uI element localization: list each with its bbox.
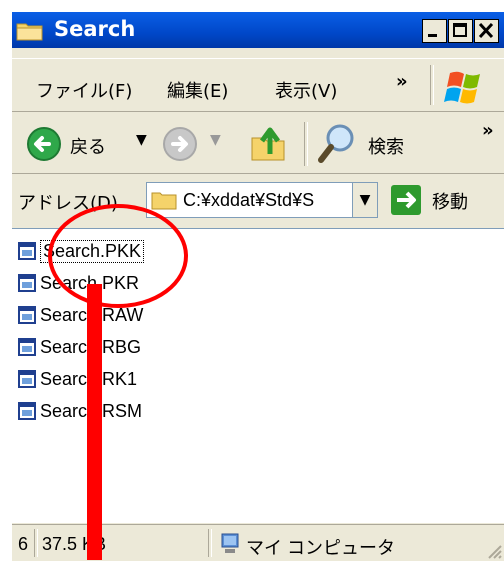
explorer-window: Search ファイル(F) 編集(E) 表示(V) » 戻る ▼ ▼ 検索 »…: [12, 12, 504, 561]
windows-logo-icon: [444, 71, 480, 104]
minimize-icon: [428, 34, 437, 37]
file-icon: [18, 402, 36, 420]
address-label: アドレス(D): [18, 193, 118, 214]
menu-separator: [430, 65, 434, 105]
address-value: C:¥xddat¥Std¥S: [183, 190, 315, 210]
address-input[interactable]: C:¥xddat¥Std¥S ▼: [146, 182, 378, 218]
maximize-icon: [453, 23, 467, 37]
list-item[interactable]: Search.RAW: [18, 301, 143, 329]
toolbar: 戻る ▼ ▼ 検索 »: [12, 114, 504, 174]
folder-up-icon[interactable]: [248, 124, 288, 164]
file-name: Search.PKR: [40, 272, 140, 293]
forward-arrow-icon: [163, 127, 197, 161]
file-list[interactable]: Search.PKK Search.PKR Search.RAW Search.…: [12, 228, 504, 523]
menu-bar: ファイル(F) 編集(E) 表示(V) »: [12, 58, 504, 112]
computer-icon: [221, 533, 239, 553]
file-name: Search.RK1: [40, 368, 138, 389]
status-bar: 6 37.5 KB マイ コンピュータ: [12, 524, 504, 561]
close-button[interactable]: [474, 19, 499, 43]
toolbar-separator: [304, 122, 308, 166]
file-name: Search.RAW: [40, 304, 144, 325]
back-button[interactable]: 戻る ▼: [26, 124, 156, 164]
status-separator: [34, 529, 38, 557]
status-size: 37.5 KB: [42, 534, 107, 554]
file-name: Search.RBG: [40, 336, 142, 357]
file-icon: [18, 274, 36, 292]
file-icon: [18, 242, 36, 260]
menu-view[interactable]: 表示(V): [275, 77, 337, 103]
go-label: 移動: [432, 192, 468, 213]
list-item[interactable]: Search.RK1: [18, 365, 137, 393]
list-item[interactable]: Search.PKR: [18, 269, 139, 297]
address-folder-icon: [151, 192, 177, 210]
search-label: 検索: [368, 137, 404, 158]
toolbar-overflow[interactable]: »: [482, 120, 494, 141]
maximize-button[interactable]: [448, 19, 473, 43]
back-label: 戻る: [70, 137, 106, 158]
go-arrow-icon: [391, 185, 421, 215]
address-bar: アドレス(D) C:¥xddat¥Std¥S ▼ 移動: [12, 176, 504, 226]
file-name: Search.PKK: [40, 239, 145, 263]
back-dropdown-icon[interactable]: ▼: [136, 132, 147, 148]
minimize-button[interactable]: [422, 19, 447, 43]
list-item[interactable]: Search.RSM: [18, 397, 142, 425]
status-item-count: 6: [18, 534, 29, 554]
back-arrow-icon: [27, 127, 61, 161]
folder-icon: [16, 23, 43, 41]
menu-overflow[interactable]: »: [396, 71, 408, 92]
forward-button[interactable]: ▼: [162, 124, 234, 164]
title-bar[interactable]: Search: [12, 12, 504, 48]
search-icon: [318, 124, 354, 163]
file-icon: [18, 338, 36, 356]
close-icon: [478, 22, 494, 39]
menu-file[interactable]: ファイル(F): [36, 77, 132, 103]
go-button[interactable]: 移動: [390, 182, 500, 218]
window-title: Search: [54, 17, 136, 41]
file-name: Search.RSM: [40, 400, 143, 421]
address-dropdown-button[interactable]: ▼: [352, 183, 377, 217]
file-icon: [18, 306, 36, 324]
forward-dropdown-icon[interactable]: ▼: [210, 132, 221, 148]
search-button[interactable]: 検索: [318, 122, 438, 166]
resize-grip-icon[interactable]: [484, 541, 502, 559]
file-icon: [18, 370, 36, 388]
list-item[interactable]: Search.PKK: [18, 237, 145, 265]
menu-edit[interactable]: 編集(E): [167, 77, 228, 103]
status-separator: [208, 529, 212, 557]
status-location: マイ コンピュータ: [246, 538, 396, 558]
list-item[interactable]: Search.RBG: [18, 333, 141, 361]
